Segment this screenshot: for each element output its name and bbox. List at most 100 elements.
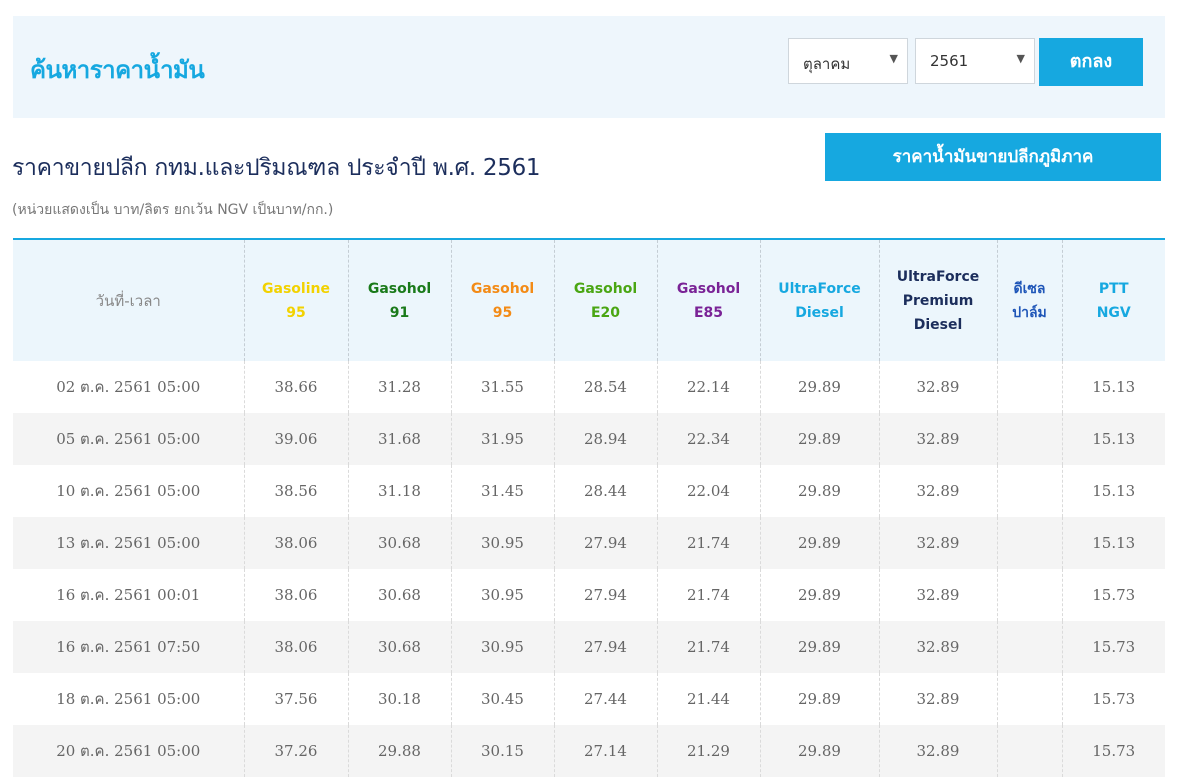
price-cell: 15.13: [1061, 465, 1165, 517]
column-header: Gasohol E20: [553, 239, 657, 361]
table-row: 18 ต.ค. 2561 05:00 37.56 30.18 30.45 27.44 21…: [13, 673, 1165, 725]
price-cell: 31.55: [450, 361, 554, 413]
price-cell: [996, 465, 1062, 517]
price-cell: 29.89: [759, 621, 879, 673]
price-cell: 27.94: [553, 621, 657, 673]
price-cell: 32.89: [878, 621, 997, 673]
price-cell: 28.54: [553, 361, 657, 413]
column-header: UltraForce Premium Diesel: [878, 239, 997, 361]
chevron-down-icon: ▼: [889, 52, 898, 65]
column-header-label: E20: [590, 304, 621, 321]
price-cell: 38.06: [243, 517, 348, 569]
price-cell: 32.89: [878, 725, 997, 777]
price-cell: 32.89: [878, 465, 997, 517]
price-cell: 21.44: [656, 673, 760, 725]
price-cell: 15.73: [1061, 621, 1165, 673]
price-cell: 30.18: [347, 673, 451, 725]
price-cell: 29.89: [759, 673, 879, 725]
price-cell: [996, 725, 1062, 777]
price-cell: 31.68: [347, 413, 451, 465]
date-time-cell: 16 ต.ค. 2561 07:50: [13, 621, 244, 673]
price-cell: [996, 361, 1062, 413]
price-cell: 29.89: [759, 725, 879, 777]
regional-price-button[interactable]: ราคาน้ำมันขายปลีกภูมิภาค: [825, 133, 1161, 181]
column-header: Gasohol E85: [656, 239, 760, 361]
column-header-label: NGV: [1096, 304, 1131, 321]
price-cell: 15.73: [1061, 725, 1165, 777]
price-cell: 15.73: [1061, 673, 1165, 725]
price-cell: 32.89: [878, 517, 997, 569]
date-time-cell: 02 ต.ค. 2561 05:00: [56, 378, 201, 396]
price-cell: 28.44: [553, 465, 657, 517]
column-header-label: Premium: [902, 292, 974, 309]
price-cell: 38.56: [243, 465, 348, 517]
column-header-label: Gasohol: [470, 280, 535, 297]
price-cell: 31.28: [347, 361, 451, 413]
column-header-label: ดีเซล: [1013, 280, 1046, 297]
price-cell: 27.94: [553, 517, 657, 569]
table-row: 20 ต.ค. 2561 05:00 37.26 29.88 30.15 27.14 21…: [13, 725, 1165, 777]
column-header-label: Diesel: [913, 316, 963, 333]
date-time-cell: 20 ต.ค. 2561 05:00: [13, 725, 244, 777]
date-time-cell: 05 ต.ค. 2561 05:00: [13, 413, 244, 465]
column-header-label: 91: [389, 304, 410, 321]
price-cell: [996, 673, 1062, 725]
price-cell: 31.18: [347, 465, 451, 517]
price-cell: 28.94: [553, 413, 657, 465]
year-select[interactable]: 2561 ▼: [915, 38, 1035, 84]
table-row: 10 ต.ค. 2561 05:00 38.56 31.18 31.45 28.44 22…: [13, 465, 1165, 517]
table-body: 02 ต.ค. 2561 05:00 38.66 31.28 31.55 28.54 22…: [13, 361, 1165, 777]
column-header-label: PTT: [1098, 280, 1129, 297]
price-cell: 15.73: [1061, 569, 1165, 621]
price-cell: 15.13: [1061, 413, 1165, 465]
date-time-cell: 16 ต.ค. 2561 00:01: [56, 586, 201, 604]
column-header-label: Gasohol: [367, 280, 432, 297]
price-cell: 15.13: [1061, 517, 1165, 569]
price-cell: 32.89: [878, 569, 997, 621]
price-cell: 30.95: [450, 569, 554, 621]
price-cell: 27.14: [553, 725, 657, 777]
year-select-value: 2561: [930, 52, 969, 70]
price-cell: 29.89: [759, 465, 879, 517]
column-header-label: 95: [286, 304, 306, 321]
table-row: 16 ต.ค. 2561 07:50 38.06 30.68 30.95 27.94 21…: [13, 621, 1165, 673]
column-header-label: Diesel: [795, 304, 844, 321]
price-cell: 37.26: [243, 725, 348, 777]
price-cell: [996, 517, 1062, 569]
price-cell: 27.44: [553, 673, 657, 725]
price-cell: 39.06: [243, 413, 348, 465]
price-cell: 30.15: [450, 725, 554, 777]
column-header: PTT NGV: [1061, 239, 1165, 361]
column-header-label: UltraForce: [896, 268, 980, 285]
column-header-label: Gasoline: [262, 280, 330, 297]
price-cell: 30.68: [347, 621, 451, 673]
price-cell: 30.68: [347, 517, 451, 569]
price-cell: 15.13: [1061, 361, 1165, 413]
price-cell: 38.06: [243, 569, 348, 621]
price-cell: 38.66: [243, 361, 348, 413]
price-cell: 30.45: [450, 673, 554, 725]
column-header-label: Gasohol: [573, 280, 638, 297]
price-cell: 29.89: [759, 569, 879, 621]
price-cell: 29.88: [347, 725, 451, 777]
column-header: Gasoline 95: [243, 239, 348, 361]
price-cell: 31.45: [450, 465, 554, 517]
price-cell: 31.95: [450, 413, 554, 465]
price-cell: 29.89: [759, 517, 879, 569]
price-cell: 30.95: [450, 621, 554, 673]
column-header: วันที่-เวลา: [13, 239, 244, 361]
submit-button[interactable]: ตกลง: [1039, 38, 1143, 86]
column-header-label: E85: [693, 304, 724, 321]
price-cell: 22.34: [656, 413, 760, 465]
price-cell: 22.14: [656, 361, 760, 413]
date-time-cell: 10 ต.ค. 2561 05:00: [56, 482, 201, 500]
table-row: 02 ต.ค. 2561 05:00 38.66 31.28 31.55 28.54 22…: [13, 361, 1165, 413]
column-header-label: 95: [492, 304, 513, 321]
month-select[interactable]: ตุลาคม ▼: [788, 38, 908, 84]
column-header: UltraForce Diesel: [759, 239, 879, 361]
price-cell: 21.74: [656, 621, 760, 673]
page-title: ราคาขายปลีก กทม.และปริมณฑล ประจำปี พ.ศ. …: [12, 155, 541, 181]
price-cell: 21.74: [656, 569, 760, 621]
price-cell: 21.74: [656, 517, 760, 569]
price-table: วันที่-เวลา Gasoline 95 Gasohol 91 Gasohol 95 G…: [13, 238, 1165, 777]
